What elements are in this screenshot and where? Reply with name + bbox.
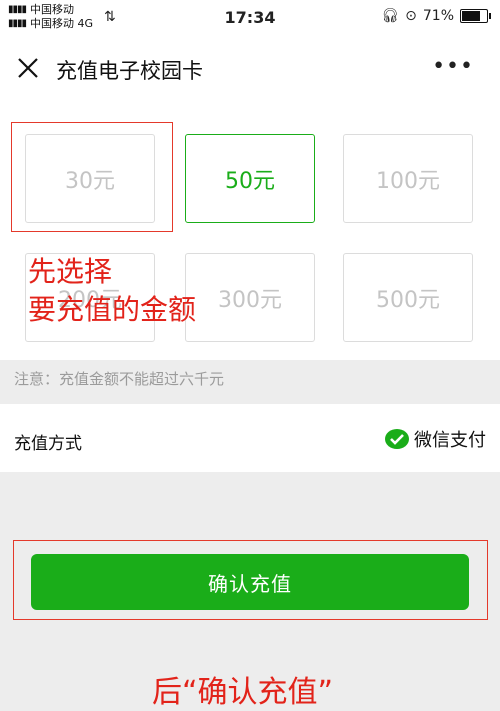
- page-title: 充值电子校园卡: [56, 59, 203, 83]
- battery-fill: [462, 11, 481, 21]
- payment-method-value[interactable]: 微信支付: [384, 426, 486, 452]
- annotation-line-2: 要充值的金额: [28, 293, 197, 326]
- limit-note: 注意：充值金额不能超过六千元: [14, 370, 225, 388]
- amount-option-500[interactable]: 500元: [343, 253, 473, 342]
- more-button[interactable]: •••: [432, 54, 474, 79]
- amount-option-50[interactable]: 50元: [185, 134, 315, 223]
- amount-option-100[interactable]: 100元: [343, 134, 473, 223]
- amount-option-300[interactable]: 300元: [185, 253, 315, 342]
- close-icon: [18, 58, 38, 78]
- wechat-pay-icon: [385, 429, 409, 449]
- payment-method-name: 微信支付: [414, 430, 486, 451]
- payment-method-label: 充值方式: [14, 434, 82, 454]
- annotation-line-1: 先选择: [28, 255, 113, 288]
- close-button[interactable]: [14, 54, 42, 82]
- annotation-confirm: 后“确认充值”: [152, 675, 334, 710]
- battery-percent: 71%: [422, 8, 454, 24]
- payment-method-row: 充值方式 微信支付: [0, 404, 500, 472]
- confirm-recharge-button[interactable]: 确认充值: [31, 554, 469, 610]
- nav-bar: 充值电子校园卡 •••: [0, 36, 500, 102]
- annotation-select-amount: 先选择 要充值的金额: [28, 253, 196, 329]
- rotation-lock-icon: ⊙: [405, 8, 417, 24]
- status-bar: ▮▮▮▮ 中国移动 ▮▮▮▮ 中国移动 4G ⇅ 17:34 🎧︎ ⊙ 71%: [0, 0, 500, 36]
- status-right: 🎧︎ ⊙ 71%: [381, 8, 491, 24]
- battery-icon: [460, 9, 491, 23]
- headphone-icon: 🎧︎: [381, 8, 400, 24]
- amount-option-30[interactable]: 30元: [25, 134, 155, 223]
